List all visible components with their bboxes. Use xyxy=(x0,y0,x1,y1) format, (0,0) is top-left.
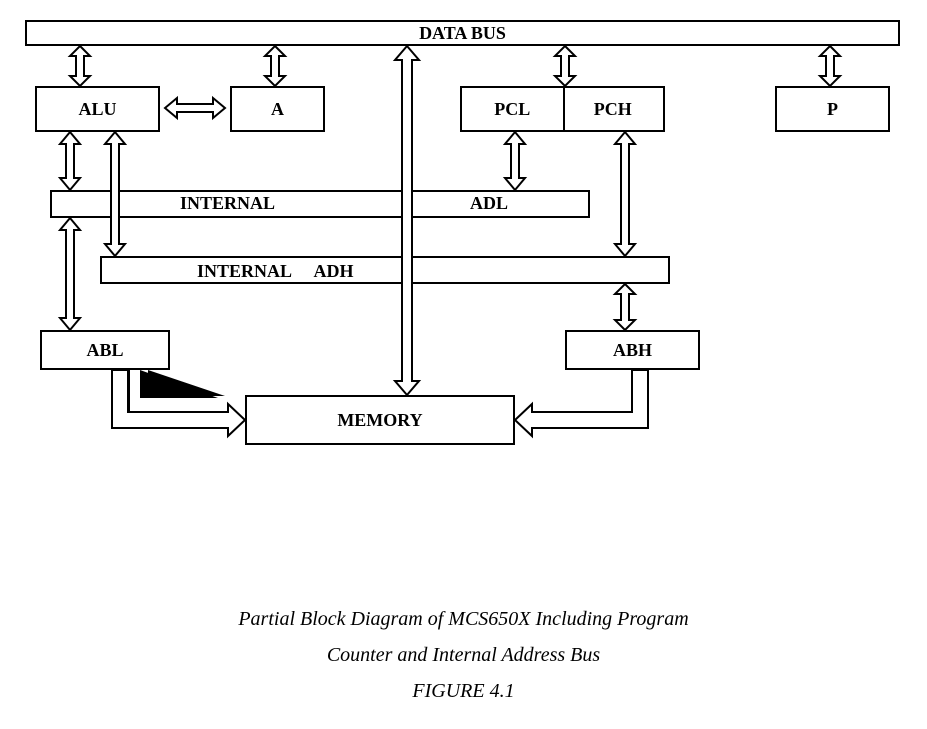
a-box: A xyxy=(230,86,325,132)
p-box: P xyxy=(775,86,890,132)
arrow-abh-memory xyxy=(515,370,648,436)
a-label: A xyxy=(271,99,284,120)
arrow-databus-pc xyxy=(555,46,575,86)
pcl-label: PCL xyxy=(462,88,563,130)
arrow-abl-memory-2 xyxy=(148,370,225,396)
abh-label: ABH xyxy=(613,340,652,361)
figure-number: FIGURE 4.1 xyxy=(20,673,907,709)
data-bus: DATA BUS xyxy=(25,20,900,46)
alu-box: ALU xyxy=(35,86,160,132)
abl-box: ABL xyxy=(40,330,170,370)
abh-box: ABH xyxy=(565,330,700,370)
arrow-pcl-adl xyxy=(505,132,525,190)
internal-adl-internal-label: INTERNAL xyxy=(180,193,275,214)
memory-label: MEMORY xyxy=(337,410,422,431)
abl-label: ABL xyxy=(86,340,123,361)
memory-box: MEMORY xyxy=(245,395,515,445)
arrow-databus-p xyxy=(820,46,840,86)
arrow-abl-memory xyxy=(115,370,245,434)
arrow-alu-adl xyxy=(60,132,80,190)
arrow-adh-abh xyxy=(615,284,635,330)
caption-line-1: Partial Block Diagram of MCS650X Includi… xyxy=(20,601,907,637)
internal-adh-label: INTERNAL ADH xyxy=(197,261,354,282)
block-diagram: DATA BUS ALU A PCL PCH P INTERNAL ADL IN… xyxy=(20,20,907,591)
arrow-abl-memory-real xyxy=(112,370,245,436)
arrow-alu-a xyxy=(165,98,225,118)
arrow-adl-abl xyxy=(60,218,80,330)
internal-adl-adl-label: ADL xyxy=(470,193,508,214)
arrow-databus-alu xyxy=(70,46,90,86)
internal-adl-bus xyxy=(50,190,590,218)
arrow-databus-memory xyxy=(395,46,419,395)
p-label: P xyxy=(827,99,838,120)
arrow-abl-memory-inner xyxy=(150,370,220,395)
arrow-databus-a xyxy=(265,46,285,86)
data-bus-label: DATA BUS xyxy=(419,23,506,44)
pc-box: PCL PCH xyxy=(460,86,665,132)
caption: Partial Block Diagram of MCS650X Includi… xyxy=(20,601,907,709)
internal-adh-bus: INTERNAL ADH xyxy=(100,256,670,284)
arrow-pch-adh xyxy=(615,132,635,256)
caption-line-2: Counter and Internal Address Bus xyxy=(20,637,907,673)
alu-label: ALU xyxy=(78,99,116,120)
pch-label: PCH xyxy=(563,88,664,130)
